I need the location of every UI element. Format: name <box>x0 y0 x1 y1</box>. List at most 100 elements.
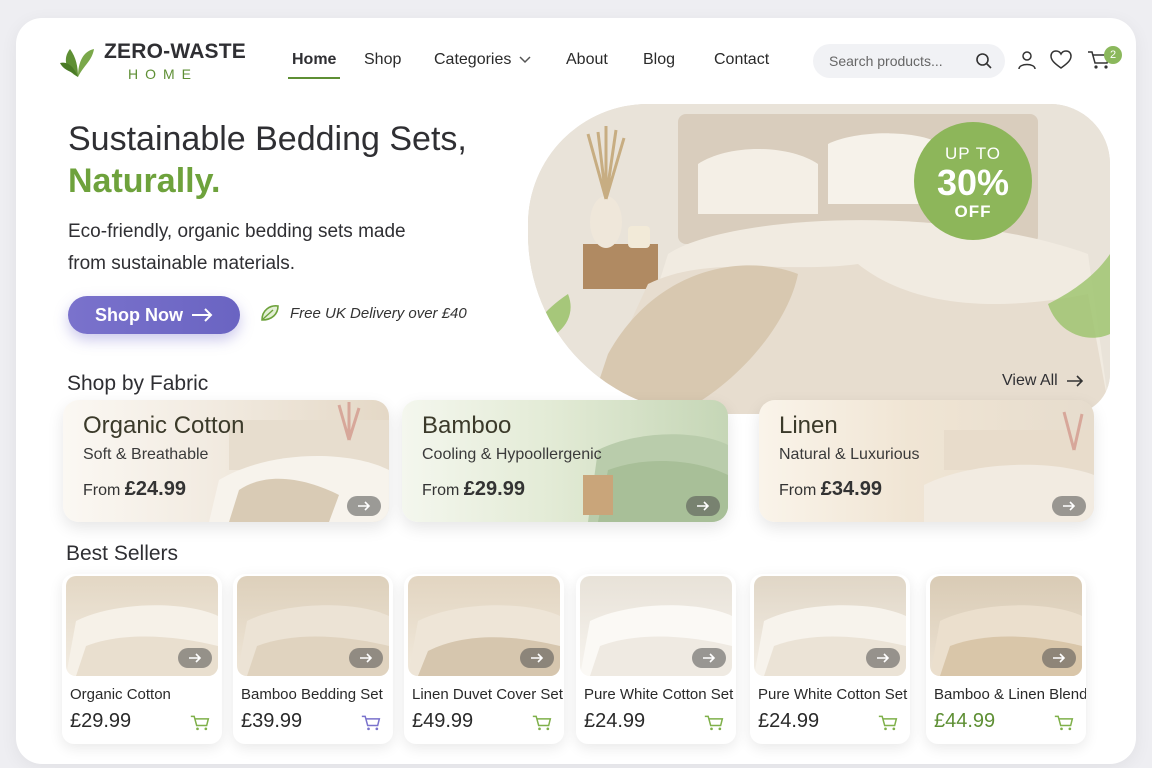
nav-about[interactable]: About <box>566 51 608 69</box>
fabric-price: From £24.99 <box>83 478 186 501</box>
delivery-note: Free UK Delivery over £40 <box>260 304 467 322</box>
product-image <box>66 576 218 676</box>
view-all-link[interactable]: View All <box>1002 372 1084 390</box>
product-card[interactable]: Linen Duvet Cover Set £49.99 <box>404 574 564 744</box>
nav-contact-label: Contact <box>714 51 770 68</box>
chevron-down-icon <box>519 56 531 64</box>
nav-home-label: Home <box>292 51 337 68</box>
product-price: £29.99 <box>70 710 132 732</box>
nav-about-label: About <box>566 51 608 68</box>
product-name: Bamboo & Linen Blend <box>934 686 1086 703</box>
leaf-icon <box>261 305 279 321</box>
fabric-price-value: £34.99 <box>820 478 882 500</box>
hero-title: Sustainable Bedding Sets, <box>68 120 467 158</box>
add-to-cart-icon[interactable] <box>704 714 724 732</box>
product-image <box>237 576 389 676</box>
fabric-arrow-button[interactable] <box>686 496 720 516</box>
arrow-right-icon <box>192 308 213 322</box>
search-input[interactable] <box>829 53 969 69</box>
product-arrow-button[interactable] <box>692 648 726 668</box>
heart-icon[interactable] <box>1050 50 1072 70</box>
product-price: £39.99 <box>241 710 303 732</box>
brand-logo[interactable]: ZERO-WASTE HOME <box>60 40 246 82</box>
user-icon[interactable] <box>1017 50 1037 70</box>
add-to-cart-icon[interactable] <box>878 714 898 732</box>
arrow-right-icon <box>1063 501 1076 511</box>
fabric-card-organic-cotton[interactable]: Organic Cotton Soft & Breathable From £2… <box>63 400 389 522</box>
fabric-arrow-button[interactable] <box>347 496 381 516</box>
fabric-from-label: From <box>83 482 121 499</box>
fabric-description: Soft & Breathable <box>83 446 209 463</box>
cart-count-badge: 2 <box>1104 46 1122 64</box>
page-frame: ZERO-WASTE HOME Home Shop Categories Abo… <box>16 18 1136 764</box>
shop-by-fabric-title: Shop by Fabric <box>67 372 209 395</box>
nav-blog[interactable]: Blog <box>643 51 675 69</box>
brand-name-bottom: HOME <box>128 66 198 82</box>
arrow-right-icon <box>703 653 716 663</box>
fabric-description: Natural & Luxurious <box>779 446 920 463</box>
arrow-right-icon <box>531 653 544 663</box>
promo-percentage: 30% <box>936 162 1010 203</box>
shop-now-button[interactable]: Shop Now <box>68 296 240 334</box>
product-image <box>408 576 560 676</box>
leaf-logo-icon <box>60 49 94 77</box>
add-to-cart-icon[interactable] <box>190 714 210 732</box>
product-price: £49.99 <box>412 710 474 732</box>
product-image <box>930 576 1082 676</box>
promo-line-3: OFF <box>954 202 992 221</box>
fabric-price: From £34.99 <box>779 478 882 501</box>
hero-title-accent: Naturally. <box>68 162 221 200</box>
product-card[interactable]: Bamboo & Linen Blend £44.99 <box>926 574 1086 744</box>
product-card[interactable]: Pure White Cotton Set £24.99 <box>750 574 910 744</box>
product-name: Linen Duvet Cover Set <box>412 686 563 703</box>
fabric-name: Bamboo <box>422 412 512 439</box>
product-card[interactable]: Bamboo Bedding Set £39.99 <box>233 574 393 744</box>
product-card[interactable]: Pure White Cotton Set £24.99 <box>576 574 736 744</box>
fabric-price-value: £24.99 <box>124 478 186 500</box>
add-to-cart-icon[interactable] <box>361 714 381 732</box>
product-name: Pure White Cotton Set <box>584 686 734 703</box>
add-to-cart-icon[interactable] <box>1054 714 1074 732</box>
product-price: £24.99 <box>584 710 646 732</box>
delivery-text: Free UK Delivery over £40 <box>290 304 467 322</box>
fabric-arrow-button[interactable] <box>1052 496 1086 516</box>
view-all-label: View All <box>1002 372 1058 389</box>
product-arrow-button[interactable] <box>349 648 383 668</box>
product-arrow-button[interactable] <box>1042 648 1076 668</box>
product-price: £44.99 <box>934 710 996 732</box>
fabric-card-bamboo[interactable]: Bamboo Cooling & Hypoollergenic From £29… <box>402 400 728 522</box>
nav-contact[interactable]: Contact <box>714 51 769 69</box>
best-sellers-title: Best Sellers <box>66 542 179 565</box>
fabric-from-label: From <box>779 482 817 499</box>
product-arrow-button[interactable] <box>866 648 900 668</box>
search-bar <box>813 44 1005 78</box>
fabric-name: Organic Cotton <box>83 412 245 439</box>
search-icon[interactable] <box>975 52 993 70</box>
product-name: Organic Cotton <box>70 686 171 703</box>
fabric-price: From £29.99 <box>422 478 525 501</box>
arrow-right-icon <box>358 501 371 511</box>
nav-categories[interactable]: Categories <box>434 51 531 69</box>
fabric-description: Cooling & Hypoollergenic <box>422 446 602 463</box>
nav-shop[interactable]: Shop <box>364 51 401 69</box>
active-nav-underline <box>288 77 341 79</box>
product-image <box>580 576 732 676</box>
product-arrow-button[interactable] <box>178 648 212 668</box>
arrow-right-icon <box>697 501 710 511</box>
nav-categories-label: Categories <box>434 51 512 68</box>
arrow-right-icon <box>1053 653 1066 663</box>
shop-now-label: Shop Now <box>95 304 183 325</box>
promo-line-1: UP TO <box>944 144 1002 163</box>
product-image <box>754 576 906 676</box>
nav-blog-label: Blog <box>643 51 676 68</box>
fabric-card-linen[interactable]: Linen Natural & Luxurious From £34.99 <box>759 400 1094 522</box>
hero-subtitle: Eco-friendly, organic bedding sets made … <box>68 221 406 274</box>
arrow-right-icon <box>360 653 373 663</box>
add-to-cart-icon[interactable] <box>532 714 552 732</box>
nav-home[interactable]: Home <box>288 51 341 79</box>
nav-shop-label: Shop <box>364 51 402 68</box>
product-name: Bamboo Bedding Set <box>241 686 383 703</box>
product-arrow-button[interactable] <box>520 648 554 668</box>
fabric-name: Linen <box>779 412 838 439</box>
product-card[interactable]: Organic Cotton £29.99 <box>62 574 222 744</box>
